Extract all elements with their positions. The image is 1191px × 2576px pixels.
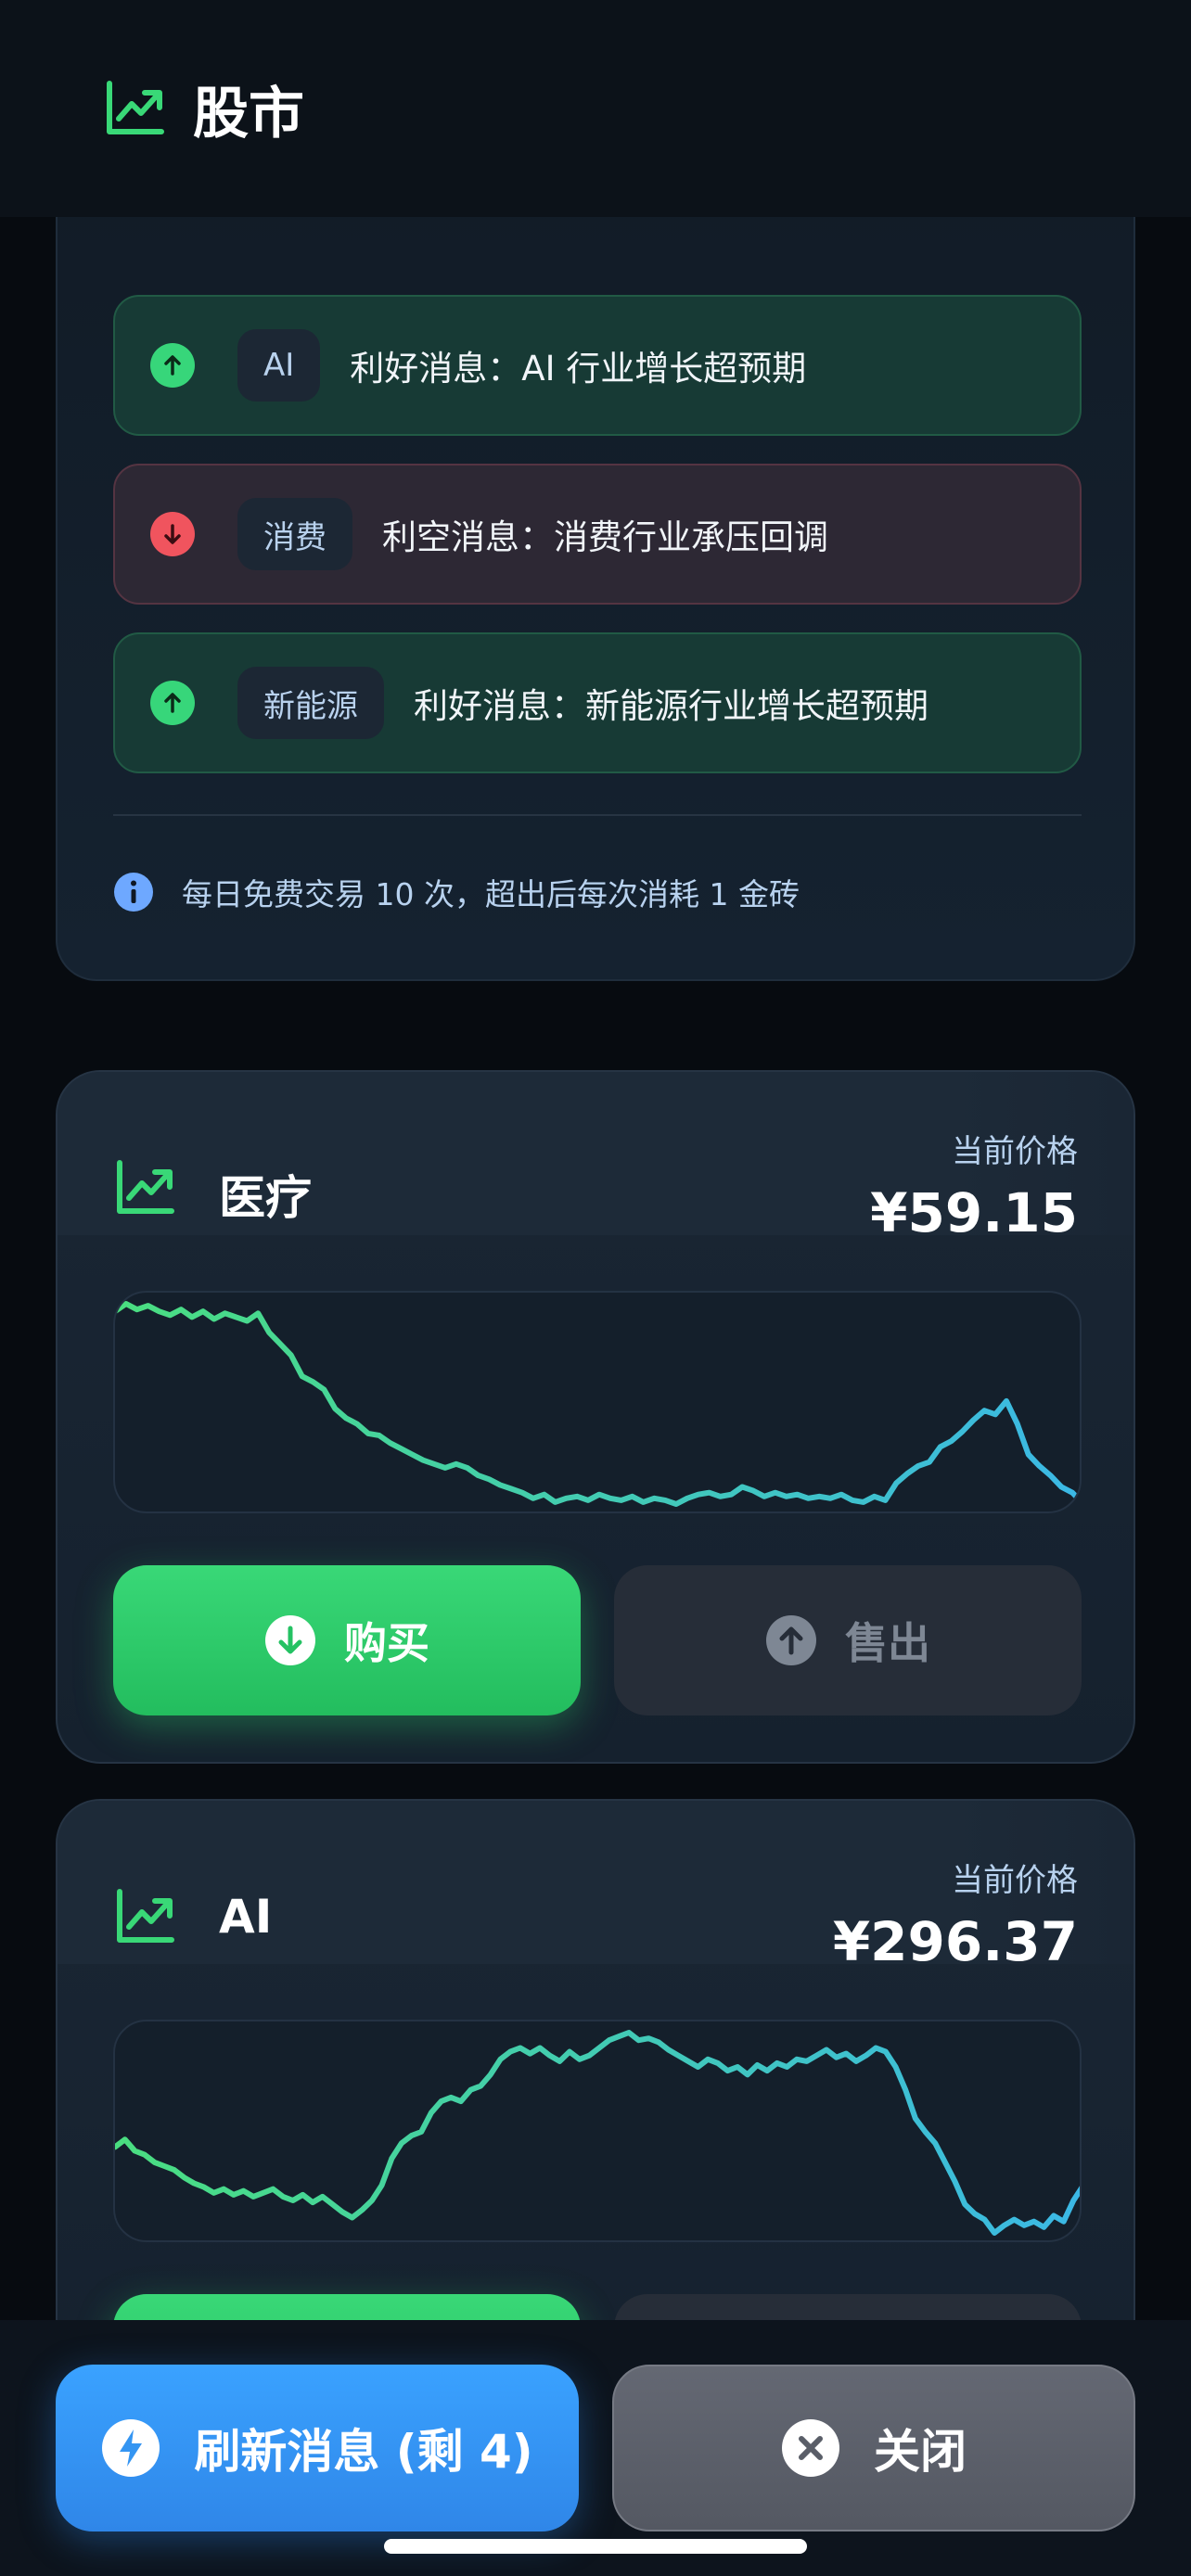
- info-icon: [114, 873, 153, 912]
- lightning-icon: [102, 2419, 160, 2477]
- refresh-news-button[interactable]: 刷新消息 (剩 4): [56, 2365, 579, 2531]
- news-text: 利空消息：消费行业承压回调: [382, 517, 828, 557]
- chart-line-up-icon: [117, 1889, 174, 1943]
- sell-label: 售出: [845, 1618, 930, 1668]
- news-tag: 消费: [237, 498, 352, 570]
- stock-card: 医疗 当前价格 ¥59.15 购买 售出: [56, 1070, 1135, 1764]
- close-button[interactable]: 关闭: [612, 2365, 1135, 2531]
- news-item: 消费 利空消息：消费行业承压回调: [113, 464, 1082, 605]
- news-text: 利好消息：新能源行业增长超预期: [414, 686, 928, 726]
- divider: [113, 814, 1082, 816]
- price-label: 当前价格: [952, 1133, 1078, 1170]
- news-item: 新能源 利好消息：新能源行业增长超预期: [113, 632, 1082, 773]
- price-chart: [113, 2020, 1082, 2242]
- close-label: 关闭: [874, 2425, 967, 2479]
- price-line-chart: [115, 1301, 1080, 1507]
- buy-label: 购买: [344, 1618, 429, 1668]
- price-label: 当前价格: [952, 1862, 1078, 1899]
- price-value: ¥59.15: [870, 1181, 1078, 1244]
- news-tag: AI: [237, 329, 321, 402]
- news-tag: 新能源: [237, 667, 384, 739]
- price-series-line: [115, 1301, 1080, 1507]
- price-chart: [113, 1291, 1082, 1513]
- page-title: 股市: [193, 81, 304, 147]
- arrow-up-circle-icon: [766, 1615, 816, 1665]
- page-header: 股市: [0, 0, 1191, 217]
- price-series-line: [115, 2030, 1080, 2236]
- arrow-down-icon: [150, 512, 195, 556]
- home-indicator: [384, 2539, 807, 2554]
- stock-name: AI: [219, 1890, 273, 1944]
- refresh-label: 刷新消息 (剩 4): [194, 2425, 533, 2479]
- price-value: ¥296.37: [832, 1910, 1078, 1973]
- chart-line-up-icon: [107, 81, 164, 134]
- arrow-up-icon: [150, 343, 195, 388]
- bottom-action-bar: 刷新消息 (剩 4) 关闭: [0, 2320, 1191, 2576]
- arrow-up-icon: [150, 681, 195, 725]
- arrow-down-circle-icon: [265, 1615, 315, 1665]
- price-line-chart: [115, 2030, 1080, 2236]
- news-item: AI 利好消息：AI 行业增长超预期: [113, 295, 1082, 436]
- news-text: 利好消息：AI 行业增长超预期: [350, 349, 807, 389]
- news-card: AI 利好消息：AI 行业增长超预期 消费 利空消息：消费行业承压回调 新能源 …: [56, 87, 1135, 981]
- buy-button[interactable]: 购买: [113, 1565, 581, 1715]
- sell-button[interactable]: 售出: [614, 1565, 1082, 1715]
- stock-name: 医疗: [219, 1171, 312, 1225]
- chart-line-up-icon: [117, 1160, 174, 1214]
- info-text: 每日免费交易 10 次，超出后每次消耗 1 金砖: [182, 876, 800, 912]
- close-icon: [782, 2419, 839, 2477]
- info-row: 每日免费交易 10 次，超出后每次消耗 1 金砖: [113, 870, 800, 914]
